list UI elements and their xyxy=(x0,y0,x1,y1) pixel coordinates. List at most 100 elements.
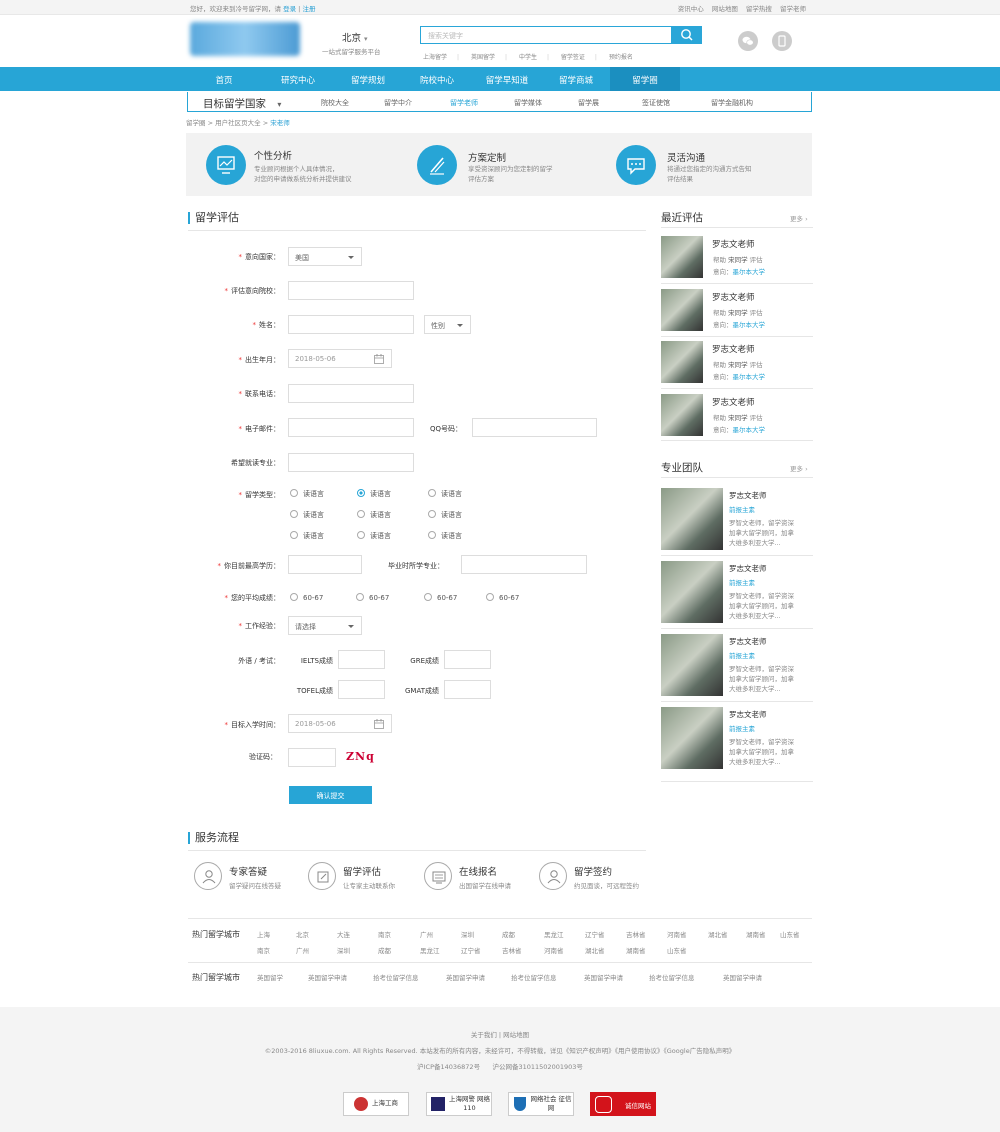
wechat-icon[interactable] xyxy=(738,31,758,51)
teacher-photo[interactable] xyxy=(661,289,703,331)
breadcrumb-link[interactable]: 用户社区页大全 xyxy=(215,119,261,127)
hot-link[interactable]: 英国留学申请 xyxy=(584,972,623,982)
hot-city-link[interactable]: 上海 xyxy=(257,929,270,939)
hot-link[interactable]: 英国留学 xyxy=(257,972,283,982)
nav-item-planning[interactable]: 留学规划 xyxy=(333,74,403,86)
hot-city-link[interactable]: 辽宁省 xyxy=(461,945,481,955)
hot-city-link[interactable]: 河南省 xyxy=(544,945,564,955)
type-radio[interactable]: 读语言 xyxy=(428,489,462,499)
teacher-name[interactable]: 罗志文老师 xyxy=(712,343,755,355)
gmat-input[interactable] xyxy=(444,680,491,699)
team-photo[interactable] xyxy=(661,488,723,550)
hot-city-link[interactable]: 深圳 xyxy=(461,929,474,939)
hot-link[interactable]: 拾考位留学信息 xyxy=(649,972,695,982)
hot-city-link[interactable]: 成都 xyxy=(502,929,515,939)
top-link[interactable]: 网站地图 xyxy=(712,5,738,13)
gpa-radio[interactable]: 60-67 xyxy=(290,593,323,602)
hot-city-link[interactable]: 河南省 xyxy=(667,929,687,939)
hot-city-link[interactable]: 北京 xyxy=(296,929,309,939)
nav-item-schools[interactable]: 院校中心 xyxy=(402,74,472,86)
type-radio[interactable]: 读语言 xyxy=(357,489,391,499)
hot-city-link[interactable]: 南京 xyxy=(257,945,270,955)
birth-date-input[interactable]: 2018-05-06 xyxy=(288,349,392,368)
hot-city-link[interactable]: 吉林省 xyxy=(626,929,646,939)
subnav-item[interactable]: 留学中介 xyxy=(384,98,412,108)
login-link[interactable]: 登录 xyxy=(283,5,296,13)
subnav-item[interactable]: 留学金融机构 xyxy=(711,98,753,108)
breadcrumb-link[interactable]: 留学圈 xyxy=(186,119,206,127)
search-button[interactable] xyxy=(672,26,702,44)
calendar-icon[interactable] xyxy=(374,354,384,364)
top-link[interactable]: 留学热搜 xyxy=(746,5,772,13)
teacher-name[interactable]: 罗志文老师 xyxy=(712,291,755,303)
hot-word[interactable]: 英国留学 xyxy=(471,54,495,61)
hot-link[interactable]: 英国留学申请 xyxy=(308,972,347,982)
type-radio[interactable]: 读语言 xyxy=(428,531,462,541)
hot-link[interactable]: 英国留学申请 xyxy=(446,972,485,982)
gpa-radio[interactable]: 60-67 xyxy=(424,593,457,602)
badge-credit[interactable]: 网络社会 征信网 xyxy=(508,1092,574,1116)
hot-city-link[interactable]: 湖北省 xyxy=(708,929,728,939)
gre-input[interactable] xyxy=(444,650,491,669)
subnav-item-active[interactable]: 留学老师 xyxy=(450,98,478,108)
team-member-name[interactable]: 罗志文老师 xyxy=(729,563,767,574)
subnav-item[interactable]: 签证使馆 xyxy=(642,98,670,108)
hot-link[interactable]: 拾考位留学信息 xyxy=(373,972,419,982)
hot-city-link[interactable]: 南京 xyxy=(378,929,391,939)
site-logo[interactable] xyxy=(190,22,300,56)
badge-police[interactable]: 上海网警 网络110 xyxy=(426,1092,492,1116)
gpa-radio[interactable]: 60-67 xyxy=(356,593,389,602)
team-member-name[interactable]: 罗志文老师 xyxy=(729,709,767,720)
hot-city-link[interactable]: 湖南省 xyxy=(626,945,646,955)
search-input[interactable]: 搜索关键字 xyxy=(420,26,672,44)
hot-city-link[interactable]: 成都 xyxy=(378,945,391,955)
badge-trusted-site[interactable]: 诚信网站 xyxy=(590,1092,656,1116)
phone-input[interactable] xyxy=(288,384,414,403)
subnav-item[interactable]: 留学展 xyxy=(578,98,599,108)
hot-word[interactable]: 中学生 xyxy=(519,54,537,61)
hot-word[interactable]: 预约报名 xyxy=(609,54,633,61)
school-input[interactable] xyxy=(288,281,414,300)
footer-links[interactable]: 关于我们 | 网站地图 xyxy=(0,1029,1000,1039)
nav-item-knowledge[interactable]: 留学早知道 xyxy=(472,74,542,86)
top-link[interactable]: 留学老师 xyxy=(780,5,806,13)
nav-item-circle[interactable]: 留学圈 xyxy=(610,67,680,91)
type-radio[interactable]: 读语言 xyxy=(357,510,391,520)
team-member-name[interactable]: 罗志文老师 xyxy=(729,490,767,501)
grad-major-input[interactable] xyxy=(461,555,587,574)
type-radio[interactable]: 读语言 xyxy=(290,510,324,520)
nav-item-home[interactable]: 首页 xyxy=(189,74,259,86)
badge-shanghai-aic[interactable]: 上海工商 xyxy=(343,1092,409,1116)
team-photo[interactable] xyxy=(661,634,723,696)
teacher-photo[interactable] xyxy=(661,394,703,436)
team-photo[interactable] xyxy=(661,707,723,769)
hot-city-link[interactable]: 广州 xyxy=(420,929,433,939)
team-member-name[interactable]: 罗志文老师 xyxy=(729,636,767,647)
hot-city-link[interactable]: 辽宁省 xyxy=(585,929,605,939)
hot-city-link[interactable]: 大连 xyxy=(337,929,350,939)
hot-city-link[interactable]: 湖南省 xyxy=(746,929,766,939)
work-select[interactable]: 请选择 xyxy=(288,616,362,635)
team-more-link[interactable]: 更多 › xyxy=(790,463,808,473)
mobile-icon[interactable] xyxy=(772,31,792,51)
hot-city-link[interactable]: 湖北省 xyxy=(585,945,605,955)
top-link[interactable]: 资讯中心 xyxy=(678,5,704,13)
country-select[interactable]: 美国 xyxy=(288,247,362,266)
type-radio[interactable]: 读语言 xyxy=(290,489,324,499)
calendar-icon[interactable] xyxy=(374,719,384,729)
type-radio[interactable]: 读语言 xyxy=(290,531,324,541)
hot-city-link[interactable]: 山东省 xyxy=(780,929,800,939)
recent-more-link[interactable]: 更多 › xyxy=(790,213,808,223)
team-photo[interactable] xyxy=(661,561,723,623)
hot-word[interactable]: 上海留学 xyxy=(423,54,447,61)
hot-link[interactable]: 英国留学申请 xyxy=(723,972,762,982)
name-input[interactable] xyxy=(288,315,414,334)
nav-item-research[interactable]: 研究中心 xyxy=(263,74,333,86)
hot-city-link[interactable]: 深圳 xyxy=(337,945,350,955)
captcha-image[interactable]: ZNq xyxy=(346,750,375,763)
gender-select[interactable]: 性别 xyxy=(424,315,471,334)
hot-city-link[interactable]: 广州 xyxy=(296,945,309,955)
enroll-date-input[interactable]: 2018-05-06 xyxy=(288,714,392,733)
hot-city-link[interactable]: 山东省 xyxy=(667,945,687,955)
type-radio[interactable]: 读语言 xyxy=(357,531,391,541)
